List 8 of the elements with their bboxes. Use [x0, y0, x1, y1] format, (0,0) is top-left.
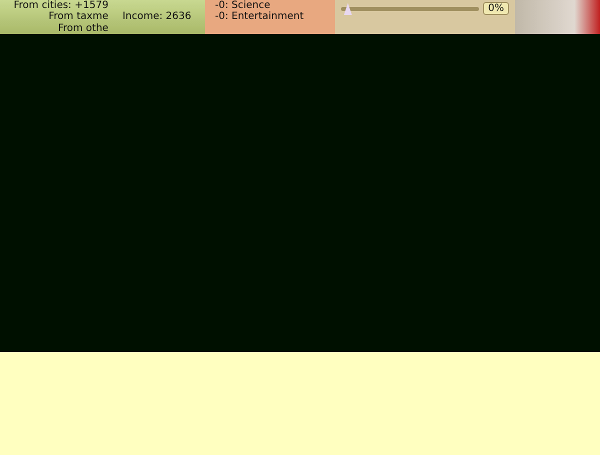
income-source: From taxme	[48, 11, 108, 23]
spending-line: -0: Entertainment	[215, 11, 305, 22]
slider-thumb[interactable]	[344, 3, 352, 15]
spending-line: -0: Science	[215, 0, 272, 11]
percent-readout: 0%	[483, 2, 509, 15]
income-total: Income: 2636	[122, 11, 192, 23]
income-source: From othe	[56, 22, 108, 34]
income-source: From cities: +1579	[12, 0, 108, 12]
